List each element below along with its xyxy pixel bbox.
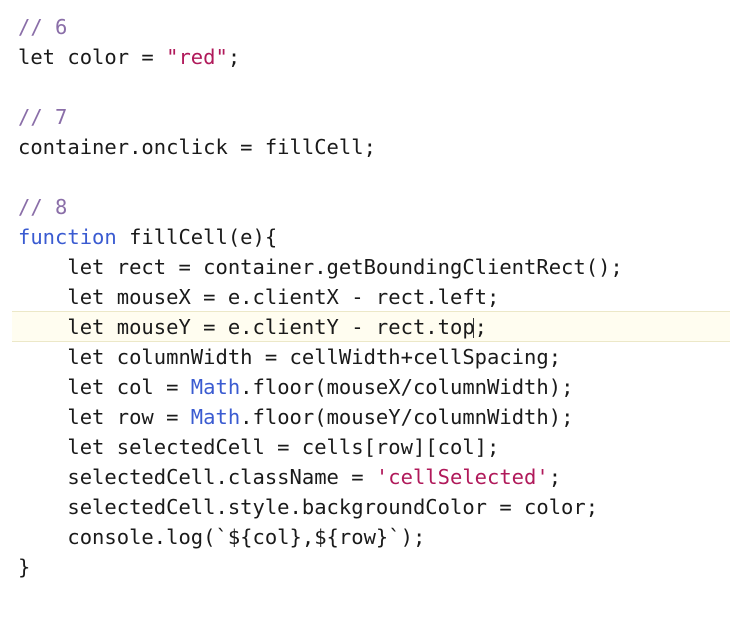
code-text: selectedCell.className = (18, 465, 376, 489)
code-line: // 6 (0, 12, 730, 42)
code-text: console.log(`${col},${row}`); (18, 525, 426, 549)
code-text: ; (474, 315, 487, 339)
code-text: container.onclick = fillCell; (18, 135, 376, 159)
code-line: let selectedCell = cells[row][col]; (0, 432, 730, 462)
string-literal: "red" (166, 45, 228, 69)
code-line: let col = Math.floor(mouseX/columnWidth)… (0, 372, 730, 402)
code-text: let color = (18, 45, 167, 69)
code-text: fillCell(e){ (116, 225, 278, 249)
keyword: function (18, 225, 117, 249)
code-text: ; (548, 465, 562, 489)
text-cursor (472, 318, 474, 338)
code-text: let row = (18, 405, 191, 429)
code-text: selectedCell.style.backgroundColor = col… (18, 495, 599, 519)
code-line: console.log(`${col},${row}`); (0, 522, 730, 552)
code-text: let mouseX = e.clientX - rect.left; (18, 285, 500, 309)
string-literal: 'cellSelected' (375, 465, 549, 489)
code-line: let mouseX = e.clientX - rect.left; (0, 282, 730, 312)
code-line: container.onclick = fillCell; (0, 132, 730, 162)
code-line: selectedCell.className = 'cellSelected'; (0, 462, 730, 492)
builtin-object: Math (190, 375, 241, 399)
code-line: // 7 (0, 102, 730, 132)
active-code-line[interactable]: let mouseY = e.clientY - rect.top; (12, 311, 730, 342)
builtin-object: Math (190, 405, 241, 429)
code-line: let row = Math.floor(mouseY/columnWidth)… (0, 402, 730, 432)
code-text: .floor(mouseY/columnWidth); (240, 405, 574, 429)
code-line: function fillCell(e){ (0, 222, 730, 252)
code-line: // 8 (0, 192, 730, 222)
code-line: let columnWidth = cellWidth+cellSpacing; (0, 342, 730, 372)
code-text: let rect = container.getBoundingClientRe… (18, 255, 623, 279)
code-text: let col = (18, 375, 191, 399)
code-line: let rect = container.getBoundingClientRe… (0, 252, 730, 282)
code-line: } (0, 552, 730, 582)
code-editor[interactable]: // 6 let color = "red"; // 7 container.o… (0, 0, 730, 602)
code-text: } (18, 555, 31, 579)
comment: // 8 (18, 195, 68, 219)
code-text: let mouseY = e.clientY - rect.top (18, 315, 475, 339)
code-text: ; (227, 45, 241, 69)
comment: // 7 (18, 105, 68, 129)
code-text: let columnWidth = cellWidth+cellSpacing; (18, 345, 562, 369)
comment: // 6 (18, 15, 68, 39)
code-text: let selectedCell = cells[row][col]; (18, 435, 500, 459)
code-line: selectedCell.style.backgroundColor = col… (0, 492, 730, 522)
code-line: let color = "red"; (0, 42, 730, 72)
code-text: .floor(mouseX/columnWidth); (240, 375, 574, 399)
